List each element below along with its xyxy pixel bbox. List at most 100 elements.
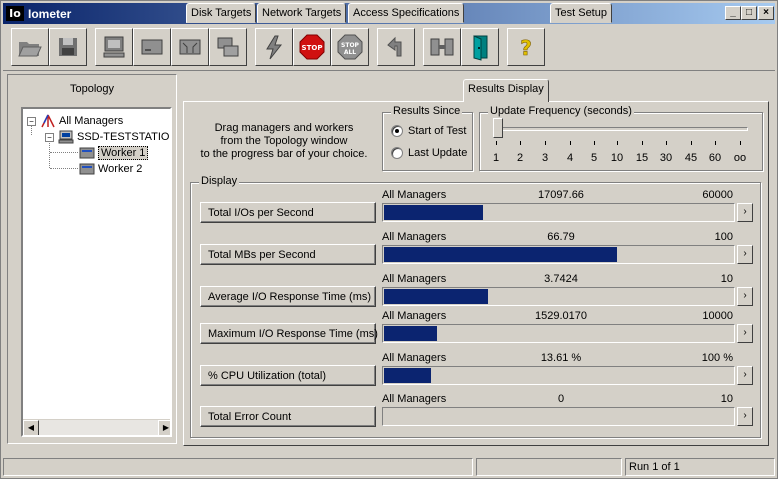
minimize-button[interactable]: _ [725,6,741,20]
progress-bar-track[interactable] [382,287,735,306]
row-value: 3.7424 [544,273,578,285]
toolbar: STOP STOP ALL ? [3,25,775,71]
tree-label-worker-1: Worker 1 [98,146,149,160]
slider-tick [666,141,667,145]
horizontal-scrollbar[interactable]: ◀ ▶ [23,419,170,435]
row-source-label: All Managers [382,310,447,322]
tab-disk-targets[interactable]: Disk Targets [186,3,257,23]
about-button[interactable]: ? [507,28,545,66]
metric-button[interactable]: Total I/Os per Second [200,202,376,223]
slider-tick-label: oo [733,152,747,164]
instructions-text: Drag managers and workers from the Topol… [199,122,369,161]
exit-button[interactable] [461,28,499,66]
start-new-manager-button[interactable] [95,28,133,66]
tree-worker-2[interactable]: Worker 2 [79,162,142,176]
row-detail-arrow-button[interactable]: › [737,324,753,343]
slider-tick [642,141,643,145]
reset-workers-button[interactable] [377,28,415,66]
tab-test-setup[interactable]: Test Setup [550,3,612,23]
close-button[interactable]: × [758,6,774,20]
progress-bar-fill [384,368,431,383]
svg-text:STOP: STOP [341,42,360,49]
row-detail-arrow-button[interactable]: › [737,366,753,385]
row-max: 60000 [702,189,733,201]
tree-line [49,141,50,168]
stop-button[interactable]: STOP [293,28,331,66]
floppy-disk-icon [59,38,77,56]
radio-last-update[interactable]: Last Update [391,147,467,159]
slider-tick [496,141,497,145]
iometer-app-icon: Io [6,6,24,21]
slider-tick [570,141,571,145]
row-value: 1529.0170 [535,310,587,322]
progress-bar-fill [384,247,617,262]
progress-bar-fill [384,326,437,341]
tree-label-worker-2: Worker 2 [98,163,143,175]
row-source-label: All Managers [382,352,447,364]
topology-title: Topology [69,83,115,95]
metric-button[interactable]: Total Error Count [200,406,376,427]
scroll-left-button[interactable]: ◀ [23,420,39,435]
stop-all-icon: STOPALL [337,34,363,60]
row-detail-arrow-button[interactable]: › [737,407,753,426]
radio-button[interactable] [391,147,403,159]
radio-button[interactable] [391,125,403,137]
start-network-worker-button[interactable] [171,28,209,66]
open-config-button[interactable] [11,28,49,66]
radio-start-of-test[interactable]: Start of Test [391,125,467,137]
results-since-label: Results Since [391,105,463,117]
metric-button[interactable]: Average I/O Response Time (ms) [200,286,376,307]
svg-text:STOP: STOP [302,44,323,52]
row-detail-arrow-button[interactable]: › [737,203,753,222]
instruction-line: from the Topology window [220,135,348,147]
slider-tick-label: 60 [708,152,722,164]
status-run: Run 1 of 1 [625,458,775,476]
save-config-button[interactable] [49,28,87,66]
progress-bar-track[interactable] [382,203,735,222]
topology-tree[interactable]: − All Managers − SSD-TESTSTATIO Worker 1… [21,107,172,437]
update-frequency-slider-thumb[interactable] [493,118,503,138]
update-frequency-label: Update Frequency (seconds) [488,105,634,117]
tree-root[interactable]: − All Managers [27,114,123,128]
slider-tick-label: 3 [541,152,549,164]
manager-computer-icon [58,130,74,144]
scroll-right-button[interactable]: ▶ [158,420,170,435]
tab-network-targets[interactable]: Network Targets [257,3,347,23]
folder-open-icon [18,42,42,57]
progress-bar-track[interactable] [382,407,735,426]
metric-button[interactable]: % CPU Utilization (total) [200,365,376,386]
progress-bar-track[interactable] [382,366,735,385]
tree-worker-1[interactable]: Worker 1 [79,146,149,160]
status-cell-main [3,458,473,476]
duplicate-worker-button[interactable] [209,28,247,66]
radio-label-start-of-test: Start of Test [408,125,467,137]
tab-results-display[interactable]: Results Display [463,79,549,102]
slider-tick-label: 30 [659,152,673,164]
row-detail-arrow-button[interactable]: › [737,287,753,306]
row-value: 13.61 % [540,352,582,364]
disk-worker-icon [141,39,163,55]
slider-tick [740,141,741,145]
help-icon: ? [520,36,532,61]
reset-arrow-icon [387,36,402,57]
disconnect-button[interactable] [423,28,461,66]
slider-tick [545,141,546,145]
progress-bar-track[interactable] [382,324,735,343]
progress-bar-track[interactable] [382,245,735,264]
slider-tick-label: 5 [590,152,598,164]
start-tests-button[interactable] [255,28,293,66]
stop-all-button[interactable]: STOP ALL [331,28,369,66]
duplicate-icon [217,37,239,57]
maximize-button[interactable]: □ [741,6,757,20]
metric-button[interactable]: Total MBs per Second [200,244,376,265]
start-disk-worker-button[interactable] [133,28,171,66]
stop-sign-icon: STOP [299,34,325,60]
progress-bar-fill [384,289,488,304]
svg-text:ALL: ALL [344,49,356,56]
tab-access-specifications[interactable]: Access Specifications [348,3,465,23]
metric-button[interactable]: Maximum I/O Response Time (ms) [200,323,378,344]
slider-tick [594,141,595,145]
tree-manager[interactable]: − SSD-TESTSTATIO [45,130,170,144]
update-frequency-slider-track[interactable] [498,127,748,131]
row-detail-arrow-button[interactable]: › [737,245,753,264]
